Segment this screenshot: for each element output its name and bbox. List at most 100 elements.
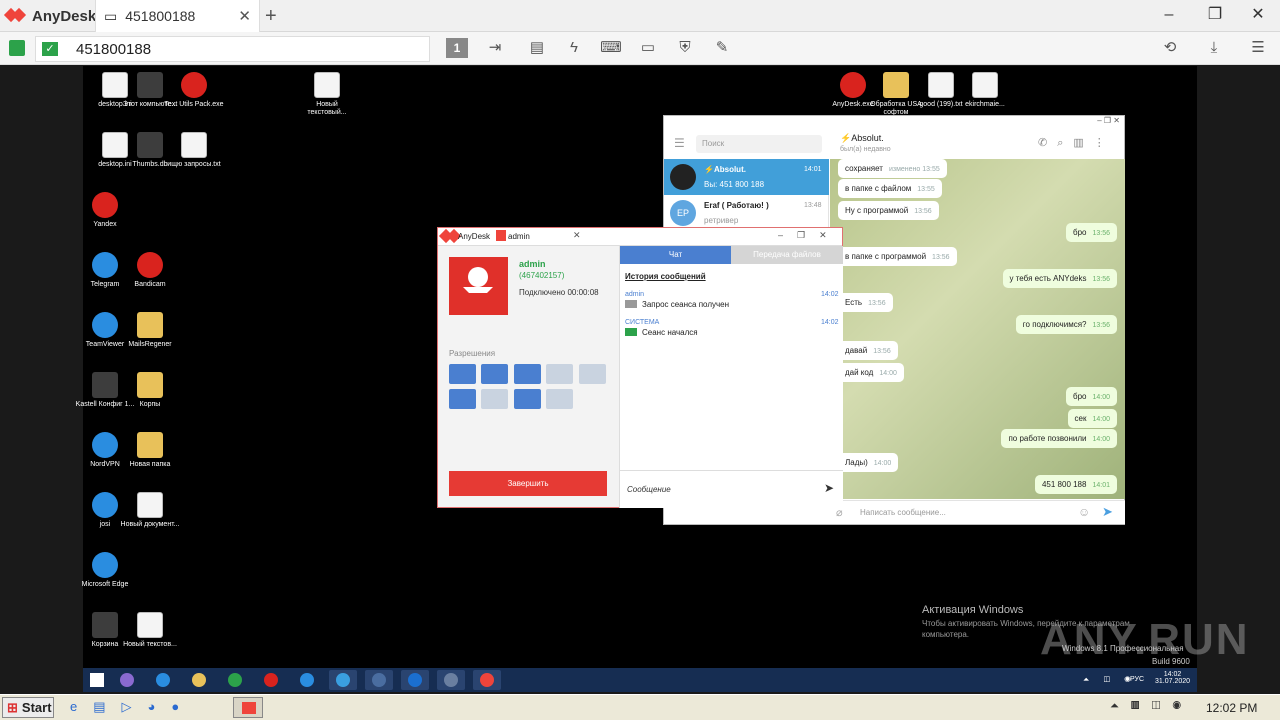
desktop-icon[interactable]: Microsoft Edge [75,552,135,589]
desktop-icon-label: Text Utils Pack.exe [164,101,224,108]
taskbar-yandex-button[interactable] [257,670,285,690]
desktop-icon[interactable]: Новая папка [120,432,180,469]
log-sender: СИСТЕМА [625,319,660,326]
log-time: 14:02 [821,319,839,326]
chat-header-actions[interactable]: ✆⌕▥⋮ [1038,136,1115,150]
file-icon [972,72,998,98]
tray-icons[interactable]: ⏶ ◫ ◉ [1083,675,1137,685]
permission-files-icon[interactable] [514,364,541,384]
permission-keyboard-icon[interactable] [449,364,476,384]
chat-pane: Чат Передача файлов История сообщений ad… [619,246,843,508]
tab-file-transfer[interactable]: Передача файлов [731,246,843,264]
close-window-button[interactable]: ✕ [1246,4,1270,26]
hamburger-icon[interactable]: ☰ [674,136,685,150]
chat-item-eraf[interactable]: EP Eraf ( Работаю! ) ретривер 13:48 [664,195,829,229]
permission-privacy-icon[interactable] [546,389,573,409]
switch-side-icon[interactable]: ⇥ [484,38,506,58]
close-user-tab-icon[interactable]: ✕ [573,230,581,241]
send-icon[interactable]: ➤ [824,481,834,495]
message-bubble: в папке с программой 13:56 [838,247,957,266]
anydesk-task-icon [242,702,256,714]
session-window-controls[interactable]: –❐✕ [778,230,841,241]
message-bubble: Есть 13:56 [838,293,893,312]
taskbar-edge-button[interactable] [293,670,321,690]
tray-clock[interactable]: 14:02 31.07.2020 [1155,671,1190,685]
taskbar-ie-button[interactable] [149,670,177,690]
anydesk-task-button[interactable] [233,697,263,718]
permission-lock-icon[interactable] [449,389,476,409]
session-tab[interactable]: ▭ 451800188 ✕ [95,0,260,32]
menu-icon[interactable]: ☰ [1247,38,1269,58]
permission-sound-icon[interactable] [546,364,573,384]
tray-language[interactable]: РУС [1130,676,1144,683]
compose-input[interactable]: Написать сообщение... [860,508,946,517]
desktop-icon[interactable]: Новый текстов... [120,612,180,649]
permission-screen-icon[interactable] [481,389,508,409]
quick-launch-icons[interactable]: e▤▷◕● [70,699,195,715]
connection-icon [9,40,25,56]
desktop-icon-label: Bandicam [134,281,166,288]
activation-title: Активация Windows [922,604,1024,616]
taskbar-explorer-button[interactable] [185,670,213,690]
address-bar[interactable]: ✓ 451800188 [35,36,430,62]
permission-clipboard-icon[interactable] [481,364,508,384]
minimize-button[interactable]: – [1157,4,1181,26]
desktop-icon-label: ищю запросы.txt [167,161,221,168]
maximize-button[interactable]: ❐ [1203,4,1227,26]
telegram-icon [336,673,350,687]
desktop-icon[interactable]: ищю запросы.txt [164,132,224,169]
chat-time: 14:01 [804,166,822,173]
taskbar-alice-button[interactable] [113,670,141,690]
telegram-titlebar: – ❐ ✕ [664,116,1124,128]
start-button[interactable]: ⊞ Start [2,697,54,718]
draw-pen-icon[interactable]: ✎ [711,38,733,58]
red-icon [92,192,118,218]
desktop-icon[interactable]: Новый документ... [120,492,180,529]
chat-item-absolut[interactable]: ⚡Absolut. Вы: 451 800 188 14:01 [664,159,829,195]
message-text: Лады) [845,458,868,467]
desktop-icon[interactable]: MailsRegener [120,312,180,349]
session-user-tab[interactable]: admin [508,232,530,241]
end-session-button[interactable]: Завершить [449,471,607,496]
message-text: сохраняет [845,164,883,173]
taskbar-nordvpn-button[interactable] [365,670,393,690]
taskbar-store-button[interactable] [221,670,249,690]
permission-draw-icon[interactable] [514,389,541,409]
display-icon[interactable]: ▭ [637,38,659,58]
desktop-icon[interactable]: Yandex [75,192,135,229]
message-bubble: в папке с файлом 13:55 [838,179,942,198]
telegram-search-input[interactable]: Поиск [696,135,822,153]
taskbar-teamviewer-button[interactable] [401,670,429,690]
log-sender: admin [625,291,645,298]
history-icon[interactable]: ⟲ [1159,38,1181,58]
taskbar-kastell-button[interactable] [437,670,465,690]
desktop-icon[interactable]: Bandicam [120,252,180,289]
close-tab-icon[interactable]: ✕ [238,7,251,25]
connected-user-name: admin [519,259,546,269]
message-input[interactable]: Сообщение [627,485,671,494]
send-icon[interactable]: ➤ [1102,504,1113,520]
desktop-icon[interactable]: Корпы [120,372,180,409]
folder-icon [137,312,163,338]
keyboard-icon[interactable]: ⌨ [600,38,622,58]
desktop-icon[interactable]: Новый текстовый... [297,72,357,117]
message-time: 13:56 [1092,230,1110,237]
desktop-icon[interactable]: Text Utils Pack.exe [164,72,224,109]
chat-icon[interactable]: ▤ [526,38,548,58]
display-1-button[interactable]: 1 [446,38,468,58]
actions-icon[interactable]: ϟ [563,38,585,58]
windows-start-icon[interactable] [90,673,104,687]
message-time: 13:56 [1092,276,1110,283]
windows-flag-icon: ⊞ [7,699,18,715]
permissions-shield-icon[interactable]: ⛨ [674,38,696,58]
taskbar-telegram-button[interactable] [329,670,357,690]
download-icon[interactable]: ⤓ [1203,38,1225,58]
new-tab-button[interactable]: + [265,5,277,28]
message-text: Есть [845,298,863,307]
permission-display-icon[interactable] [579,364,606,384]
emoji-icon[interactable]: ☺ [1078,505,1090,519]
host-tray-icons[interactable]: ⏶▦◫◉ [1110,700,1193,713]
desktop-icon[interactable]: ekirchmaie... [955,72,1015,109]
taskbar-anydesk-button[interactable] [473,670,501,690]
tab-chat[interactable]: Чат [620,246,731,264]
